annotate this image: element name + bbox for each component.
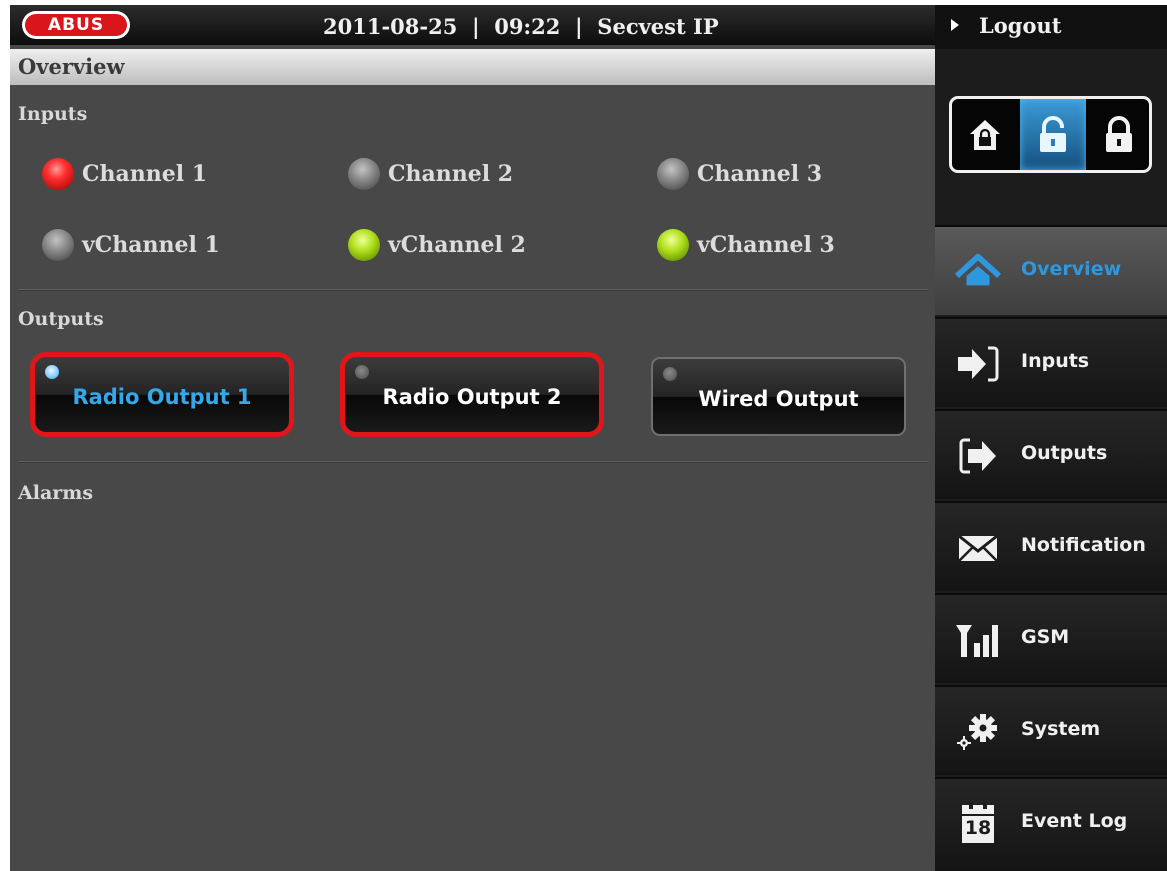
abus-logo: ABUS — [22, 11, 130, 39]
output-arrow-icon — [955, 435, 1001, 477]
logout-label: Logout — [979, 13, 1062, 38]
unlocked-padlock-icon[interactable] — [1020, 99, 1086, 170]
sidebar-item-outputs[interactable]: Outputs — [935, 409, 1167, 499]
input-channel-2[interactable]: Channel 2 — [348, 156, 513, 192]
input-channel-3[interactable]: Channel 3 — [657, 156, 822, 192]
locked-padlock-icon[interactable] — [1086, 99, 1149, 170]
app-frame: ABUS 2011-08-25 | 09:22 | Secvest IP Ove… — [10, 5, 1167, 871]
status-led-red-icon — [42, 158, 74, 190]
top-bar: ABUS 2011-08-25 | 09:22 | Secvest IP — [10, 5, 935, 45]
channel-label: Channel 1 — [82, 161, 208, 187]
sidebar-item-label: Outputs — [1021, 442, 1108, 464]
sidebar-item-event-log[interactable]: 18 Event Log — [935, 777, 1167, 871]
sidebar-item-system[interactable]: System — [935, 685, 1167, 775]
input-vchannel-3[interactable]: vChannel 3 — [657, 227, 835, 263]
radio-output-1-button[interactable]: Radio Output 1 — [30, 352, 294, 437]
envelope-icon — [955, 527, 1001, 569]
calendar-day: 18 — [964, 817, 992, 839]
logout-button[interactable]: Logout — [935, 5, 1167, 49]
alarms-section-label: Alarms — [18, 482, 94, 504]
sidebar-item-overview[interactable]: Overview — [935, 225, 1167, 315]
arrow-right-icon — [951, 19, 959, 31]
calendar-icon: 18 — [955, 802, 1001, 845]
logo-text: ABUS — [25, 14, 127, 36]
signal-bars-icon — [955, 619, 1001, 661]
output-label: Radio Output 1 — [72, 384, 252, 409]
sidebar-item-label: Inputs — [1021, 350, 1090, 372]
date-time-device-status: 2011-08-25 | 09:22 | Secvest IP — [323, 14, 719, 39]
house-lock-icon[interactable] — [952, 99, 1018, 170]
sidebar-item-gsm[interactable]: GSM — [935, 593, 1167, 683]
status-led-grey-icon — [657, 158, 689, 190]
channel-label: vChannel 3 — [697, 232, 835, 258]
sidebar-item-inputs[interactable]: Inputs — [935, 317, 1167, 407]
sidebar-item-label: Notification — [1021, 534, 1146, 556]
inputs-section-label: Inputs — [18, 103, 88, 125]
home-icon — [955, 251, 1001, 293]
input-vchannel-2[interactable]: vChannel 2 — [348, 227, 526, 263]
sidebar-item-label: GSM — [1021, 626, 1070, 648]
outputs-section-label: Outputs — [18, 308, 104, 330]
sidebar-item-label: Event Log — [1021, 810, 1128, 832]
arm-state-selector — [949, 96, 1152, 173]
input-channel-1[interactable]: Channel 1 — [42, 156, 207, 192]
input-vchannel-1[interactable]: vChannel 1 — [42, 227, 220, 263]
sidebar-item-label: Overview — [1021, 258, 1122, 280]
status-led-grey-icon — [348, 158, 380, 190]
radio-output-2-button[interactable]: Radio Output 2 — [340, 352, 604, 437]
status-led-green-icon — [657, 229, 689, 261]
channel-label: vChannel 2 — [388, 232, 526, 258]
gears-icon — [955, 711, 1001, 753]
sidebar-item-notification[interactable]: Notification — [935, 501, 1167, 591]
status-led-grey-icon — [42, 229, 74, 261]
sidebar-item-label: System — [1021, 718, 1101, 740]
page-title: Overview — [18, 54, 125, 79]
section-divider — [18, 461, 928, 463]
output-label: Radio Output 2 — [382, 384, 562, 409]
section-divider — [18, 289, 928, 291]
input-arrow-icon — [955, 343, 1001, 385]
status-led-green-icon — [348, 229, 380, 261]
sidebar: Logout Overview Inputs Outputs Notificat… — [935, 5, 1167, 871]
output-label: Wired Output — [698, 386, 859, 411]
page-title-bar: Overview — [10, 49, 935, 85]
channel-label: Channel 3 — [697, 161, 823, 187]
channel-label: Channel 2 — [388, 161, 514, 187]
wired-output-button[interactable]: Wired Output — [651, 357, 906, 436]
channel-label: vChannel 1 — [82, 232, 220, 258]
